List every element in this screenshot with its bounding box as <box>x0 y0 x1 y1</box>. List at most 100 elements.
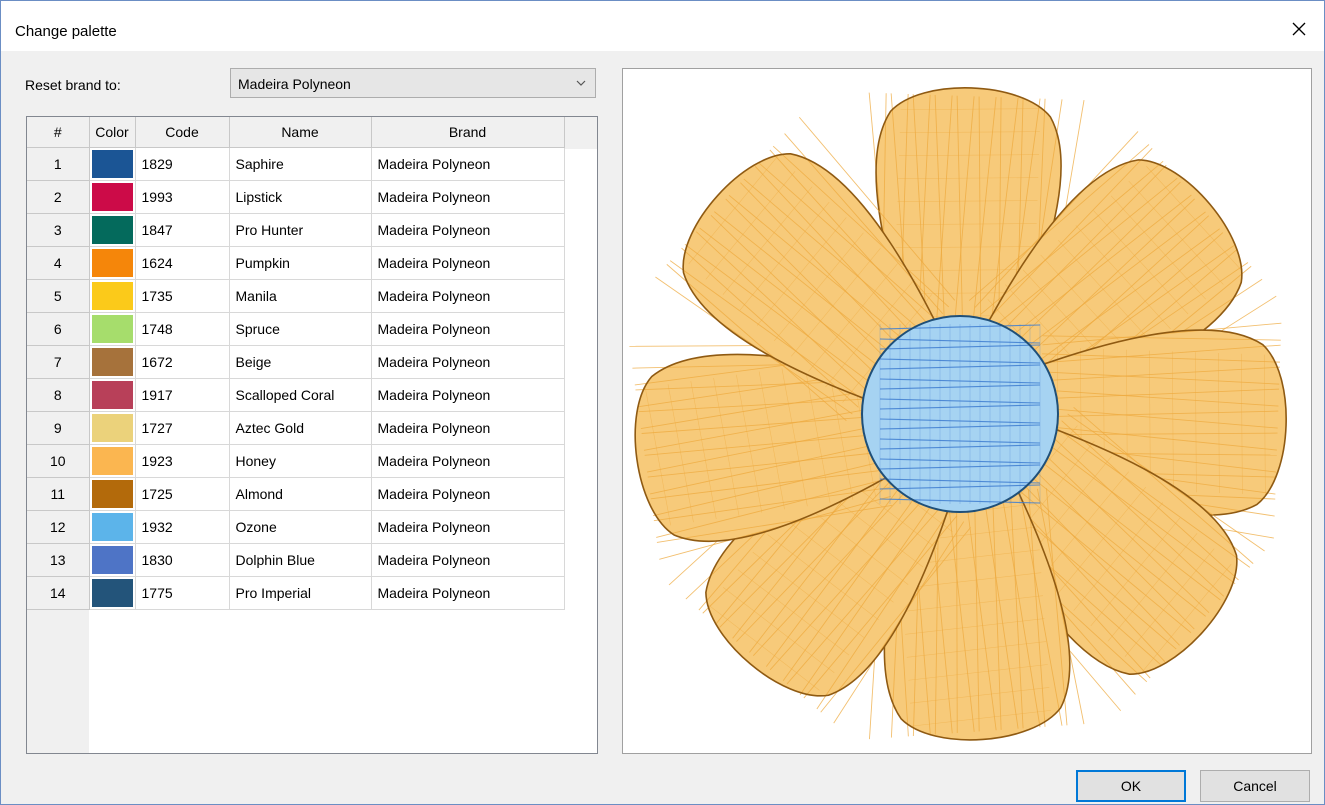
header-filler <box>565 117 597 149</box>
flower-embroidery-image <box>629 87 1287 741</box>
thread-code: 1624 <box>135 246 230 280</box>
table-row[interactable]: 1 1829 Saphire Madeira Polyneon <box>27 147 565 181</box>
thread-name: Honey <box>229 444 372 478</box>
brand-select[interactable]: Madeira Polyneon <box>230 68 596 98</box>
table-row[interactable]: 6 1748 Spruce Madeira Polyneon <box>27 312 565 346</box>
table-row[interactable]: 13 1830 Dolphin Blue Madeira Polyneon <box>27 543 565 577</box>
thread-brand: Madeira Polyneon <box>371 147 565 181</box>
column-header-code[interactable]: Code <box>135 117 230 148</box>
row-number: 5 <box>27 279 90 313</box>
thread-name: Almond <box>229 477 372 511</box>
table-row[interactable]: 2 1993 Lipstick Madeira Polyneon <box>27 180 565 214</box>
row-number: 10 <box>27 444 90 478</box>
swatch <box>91 579 133 607</box>
swatch <box>91 315 133 343</box>
thread-name: Pro Imperial <box>229 576 372 610</box>
thread-brand: Madeira Polyneon <box>371 444 565 478</box>
swatch <box>91 414 133 442</box>
table-row[interactable]: 10 1923 Honey Madeira Polyneon <box>27 444 565 478</box>
swatch <box>91 282 133 310</box>
row-number: 4 <box>27 246 90 280</box>
reset-brand-label: Reset brand to: <box>25 77 121 93</box>
thread-name: Pro Hunter <box>229 213 372 247</box>
color-swatch <box>89 279 136 313</box>
palette-grid: # Color Code Name Brand 1 1829 Saphire Made… <box>27 117 565 610</box>
table-row[interactable]: 9 1727 Aztec Gold Madeira Polyneon <box>27 411 565 445</box>
table-row[interactable]: 12 1932 Ozone Madeira Polyneon <box>27 510 565 544</box>
change-palette-dialog: Change palette Reset brand to: Madeira P… <box>0 0 1325 805</box>
thread-code: 1993 <box>135 180 230 214</box>
color-swatch <box>89 312 136 346</box>
swatch <box>91 249 133 277</box>
close-button[interactable] <box>1281 11 1317 47</box>
row-number: 14 <box>27 576 90 610</box>
thread-code: 1932 <box>135 510 230 544</box>
row-number: 2 <box>27 180 90 214</box>
thread-code: 1727 <box>135 411 230 445</box>
color-swatch <box>89 576 136 610</box>
thread-code: 1735 <box>135 279 230 313</box>
thread-brand: Madeira Polyneon <box>371 477 565 511</box>
color-swatch <box>89 411 136 445</box>
dialog-title: Change palette <box>15 23 117 40</box>
thread-name: Scalloped Coral <box>229 378 372 412</box>
color-swatch <box>89 147 136 181</box>
thread-brand: Madeira Polyneon <box>371 312 565 346</box>
column-header-num[interactable]: # <box>27 117 90 148</box>
table-row[interactable]: 3 1847 Pro Hunter Madeira Polyneon <box>27 213 565 247</box>
thread-brand: Madeira Polyneon <box>371 213 565 247</box>
palette-table[interactable]: # Color Code Name Brand 1 1829 Saphire Made… <box>26 116 598 754</box>
swatch <box>91 150 133 178</box>
table-row[interactable]: 4 1624 Pumpkin Madeira Polyneon <box>27 246 565 280</box>
thread-name: Spruce <box>229 312 372 346</box>
row-number: 1 <box>27 147 90 181</box>
swatch <box>91 447 133 475</box>
swatch <box>91 348 133 376</box>
cancel-button[interactable]: Cancel <box>1200 770 1310 802</box>
table-row[interactable]: 5 1735 Manila Madeira Polyneon <box>27 279 565 313</box>
color-swatch <box>89 477 136 511</box>
color-swatch <box>89 213 136 247</box>
row-number: 12 <box>27 510 90 544</box>
thread-brand: Madeira Polyneon <box>371 543 565 577</box>
thread-code: 1917 <box>135 378 230 412</box>
thread-brand: Madeira Polyneon <box>371 345 565 379</box>
swatch <box>91 216 133 244</box>
thread-code: 1672 <box>135 345 230 379</box>
thread-name: Ozone <box>229 510 372 544</box>
table-header-row: # Color Code Name Brand <box>27 117 565 148</box>
thread-brand: Madeira Polyneon <box>371 411 565 445</box>
brand-select-value: Madeira Polyneon <box>238 76 351 92</box>
table-row[interactable]: 8 1917 Scalloped Coral Madeira Polyneon <box>27 378 565 412</box>
thread-code: 1830 <box>135 543 230 577</box>
row-number: 11 <box>27 477 90 511</box>
color-swatch <box>89 510 136 544</box>
thread-brand: Madeira Polyneon <box>371 180 565 214</box>
thread-brand: Madeira Polyneon <box>371 279 565 313</box>
row-number: 8 <box>27 378 90 412</box>
thread-code: 1748 <box>135 312 230 346</box>
thread-name: Lipstick <box>229 180 372 214</box>
table-row[interactable]: 11 1725 Almond Madeira Polyneon <box>27 477 565 511</box>
color-swatch <box>89 378 136 412</box>
swatch <box>91 183 133 211</box>
ok-button[interactable]: OK <box>1076 770 1186 802</box>
thread-code: 1847 <box>135 213 230 247</box>
color-swatch <box>89 180 136 214</box>
color-swatch <box>89 543 136 577</box>
color-swatch <box>89 444 136 478</box>
thread-code: 1923 <box>135 444 230 478</box>
row-number: 13 <box>27 543 90 577</box>
swatch <box>91 513 133 541</box>
column-header-color[interactable]: Color <box>89 117 136 148</box>
thread-brand: Madeira Polyneon <box>371 576 565 610</box>
thread-name: Manila <box>229 279 372 313</box>
column-header-name[interactable]: Name <box>229 117 372 148</box>
row-number: 6 <box>27 312 90 346</box>
thread-code: 1775 <box>135 576 230 610</box>
table-row[interactable]: 14 1775 Pro Imperial Madeira Polyneon <box>27 576 565 610</box>
table-row[interactable]: 7 1672 Beige Madeira Polyneon <box>27 345 565 379</box>
thread-brand: Madeira Polyneon <box>371 378 565 412</box>
column-header-brand[interactable]: Brand <box>371 117 565 148</box>
swatch <box>91 546 133 574</box>
